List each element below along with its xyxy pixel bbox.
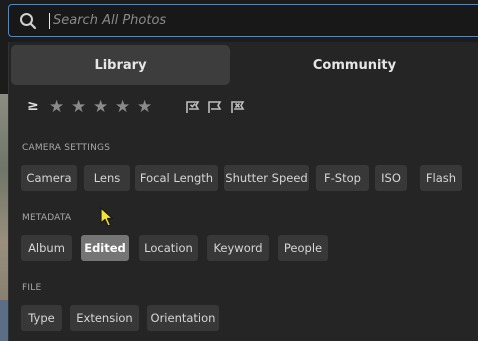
chip-focal-length[interactable]: Focal Length	[135, 165, 218, 191]
chip-edited[interactable]: Edited	[81, 235, 129, 261]
flag-rejected-icon[interactable]	[230, 99, 246, 115]
chip-type[interactable]: Type	[21, 305, 62, 331]
search-bar[interactable]	[8, 4, 478, 37]
tab-community[interactable]: Community	[230, 45, 478, 85]
text-caret	[49, 12, 50, 29]
star-icon[interactable]: ★	[137, 97, 152, 117]
flag-unflagged-icon[interactable]	[207, 99, 223, 115]
section-title-file: FILE	[22, 283, 42, 293]
chip-extension[interactable]: Extension	[70, 305, 139, 331]
star-icon[interactable]: ★	[71, 97, 86, 117]
chip-camera[interactable]: Camera	[21, 165, 77, 191]
star-icon[interactable]: ★	[49, 97, 64, 117]
chip-iso[interactable]: ISO	[375, 165, 407, 191]
search-icon	[17, 10, 39, 32]
search-filter-screen: Library Community ≥ ★ ★ ★ ★ ★	[0, 0, 478, 341]
chip-location[interactable]: Location	[139, 235, 198, 261]
chip-f-stop[interactable]: F-Stop	[316, 165, 369, 191]
filter-panel: Library Community ≥ ★ ★ ★ ★ ★ CAMERA SET…	[8, 42, 478, 341]
chip-flash[interactable]: Flash	[420, 165, 462, 191]
section-title-camera-settings: CAMERA SETTINGS	[22, 143, 111, 153]
chip-album[interactable]: Album	[21, 235, 72, 261]
tab-bar: Library Community	[9, 42, 478, 86]
section-title-metadata: METADATA	[22, 213, 72, 223]
star-icon[interactable]: ★	[93, 97, 108, 117]
chip-shutter-speed[interactable]: Shutter Speed	[224, 165, 309, 191]
search-input[interactable]	[53, 13, 433, 28]
rating-operator[interactable]: ≥	[27, 98, 39, 114]
star-icon[interactable]: ★	[115, 97, 130, 117]
chip-people[interactable]: People	[278, 235, 328, 261]
chip-orientation[interactable]: Orientation	[147, 305, 219, 331]
rating-filter: ≥ ★ ★ ★ ★ ★	[9, 96, 478, 120]
photo-thumbnail[interactable]	[0, 300, 8, 341]
chip-keyword[interactable]: Keyword	[207, 235, 269, 261]
flag-picked-icon[interactable]	[185, 99, 201, 115]
tab-library[interactable]: Library	[11, 45, 230, 85]
chip-lens[interactable]: Lens	[84, 165, 130, 191]
